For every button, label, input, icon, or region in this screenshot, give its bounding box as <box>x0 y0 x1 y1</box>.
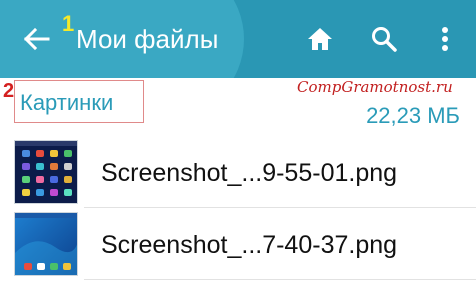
overflow-menu-button[interactable] <box>430 22 460 56</box>
search-icon <box>372 27 397 52</box>
search-button[interactable] <box>367 22 401 56</box>
annotation-marker-2: 2 <box>3 80 15 102</box>
app-grid-thumbnail-icon <box>15 141 77 203</box>
action-bar: 1 Мои файлы <box>0 0 476 78</box>
site-watermark: CompGramotnost.ru <box>297 78 453 96</box>
file-thumbnail <box>14 212 78 276</box>
home-button[interactable] <box>303 22 337 56</box>
file-name: Screenshot_...9-55-01.png <box>101 159 398 187</box>
back-arrow-icon <box>23 27 50 51</box>
file-list-item[interactable]: Screenshot_...7-40-37.png <box>0 208 476 280</box>
row-divider <box>84 279 476 280</box>
folder-size: 22,23 МБ <box>366 103 460 128</box>
file-thumbnail <box>14 140 78 204</box>
more-vert-icon <box>442 27 448 51</box>
file-list-item[interactable]: Screenshot_...9-55-01.png <box>0 136 476 208</box>
folder-title[interactable]: Картинки <box>20 89 113 117</box>
wallpaper-thumbnail-icon <box>15 213 77 275</box>
home-icon <box>308 28 332 50</box>
annotation-marker-1: 1 <box>62 11 75 36</box>
back-button[interactable] <box>22 22 54 56</box>
page-title: Мои файлы <box>76 24 219 54</box>
file-name: Screenshot_...7-40-37.png <box>101 231 398 259</box>
